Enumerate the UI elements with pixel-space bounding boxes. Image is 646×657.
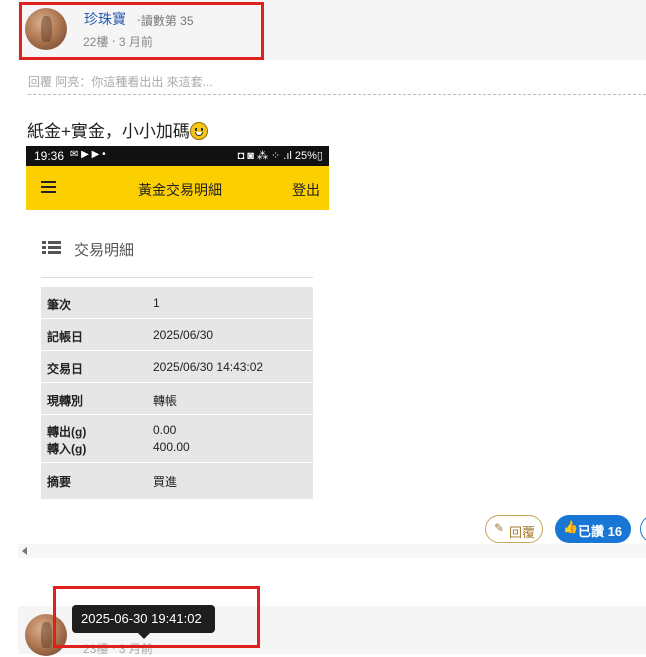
grinning-emoji-icon bbox=[189, 122, 208, 140]
section-title: 交易明細 bbox=[74, 242, 135, 259]
row-value: 1 bbox=[153, 296, 160, 310]
table-row: 記帳日 2025/06/30 bbox=[41, 318, 313, 350]
row-label: 交易日 bbox=[47, 362, 84, 376]
status-right-icons: ◘ ◙ ⁂ ⁘ .ıl 25%▯ bbox=[237, 150, 323, 162]
table-row: 摘要 買進 bbox=[41, 462, 313, 499]
row-value-secondary: 400.00 bbox=[153, 440, 190, 454]
status-notification-icons: ✉ ▶ ▶ • bbox=[70, 149, 106, 160]
row-label: 摘要 bbox=[47, 475, 72, 489]
row-label: 筆次 bbox=[47, 298, 72, 312]
row-value: 買進 bbox=[153, 475, 178, 489]
table-row: 交易日 2025/06/30 14:43:02 bbox=[41, 350, 313, 382]
reply-quote[interactable]: 回覆 阿亮：你這種看出出 來這套... bbox=[28, 73, 213, 90]
row-label: 現轉別 bbox=[47, 394, 84, 408]
row-value: 2025/06/30 14:43:02 bbox=[153, 360, 264, 374]
status-time: 19:36 bbox=[34, 149, 65, 163]
post-text: 紙金+實金，小小加碼 bbox=[27, 122, 190, 141]
quote-divider bbox=[28, 94, 646, 95]
row-label: 轉出(g) bbox=[47, 425, 87, 439]
table-row: 轉出(g) 0.00 轉入(g) 400.00 bbox=[41, 414, 313, 462]
hamburger-menu-icon bbox=[41, 181, 56, 193]
attached-image[interactable]: 19:36 ✉ ▶ ▶ • ◘ ◙ ⁂ ⁘ .ıl 25%▯ 黃金交易明細 登出… bbox=[26, 146, 329, 502]
row-label-secondary: 轉入(g) bbox=[47, 442, 87, 456]
app-title: 黃金交易明細 bbox=[138, 182, 222, 198]
table-row: 現轉別 轉帳 bbox=[41, 382, 313, 414]
more-button-partial[interactable] bbox=[640, 515, 646, 543]
like-label: 已讚 16 bbox=[578, 524, 623, 539]
highlight-box-bottom bbox=[53, 586, 260, 648]
app-bar: 黃金交易明細 登出 bbox=[26, 166, 329, 210]
table-row: 筆次 1 bbox=[41, 286, 313, 318]
list-icon bbox=[42, 241, 61, 255]
scroll-left-arrow-icon[interactable] bbox=[22, 547, 27, 555]
row-value: 2025/06/30 bbox=[153, 328, 214, 342]
section-divider bbox=[41, 277, 313, 278]
horizontal-scrollbar[interactable] bbox=[18, 544, 646, 558]
like-button[interactable]: 👍 已讚 16 bbox=[555, 515, 631, 543]
row-label: 記帳日 bbox=[47, 330, 84, 344]
pencil-icon: ✎ bbox=[494, 521, 505, 535]
row-value: 0.00 bbox=[153, 423, 177, 437]
post-content: 紙金+實金，小小加碼 bbox=[27, 117, 208, 142]
reply-label: 回覆 bbox=[509, 525, 536, 540]
highlight-box-top bbox=[19, 2, 264, 60]
logout-label: 登出 bbox=[292, 182, 320, 198]
phone-status-bar: 19:36 ✉ ▶ ▶ • ◘ ◙ ⁂ ⁘ .ıl 25%▯ bbox=[26, 146, 329, 166]
reply-button[interactable]: ✎ 回覆 bbox=[485, 515, 543, 543]
row-value: 轉帳 bbox=[153, 394, 178, 408]
thumbs-up-icon: 👍 bbox=[563, 520, 578, 534]
